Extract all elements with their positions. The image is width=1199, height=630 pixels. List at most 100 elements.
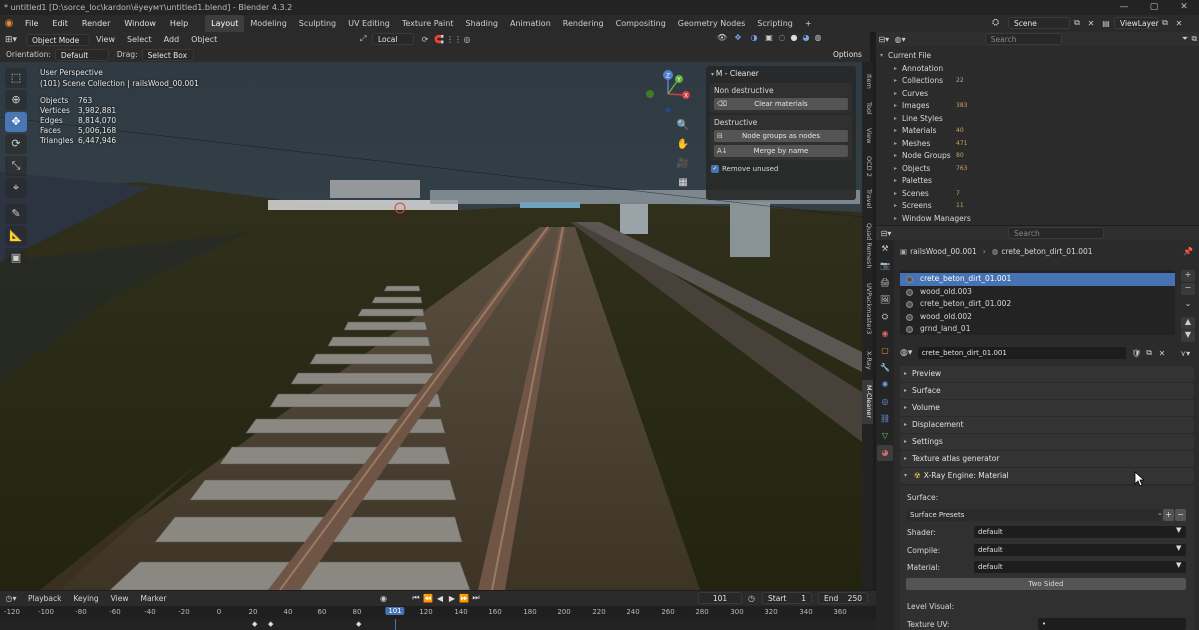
snap-icon[interactable]: 🧲 (432, 35, 446, 44)
fake-user-icon[interactable]: 🛡 (1130, 349, 1143, 358)
workspace-tab-shading[interactable]: Shading (459, 15, 504, 32)
tab-view[interactable]: View (862, 124, 873, 148)
zoom-icon[interactable]: 🔍 (674, 118, 692, 134)
editor-type-icon[interactable]: ⊞▾ (0, 35, 22, 45)
particles-tab-icon[interactable]: ✺ (877, 377, 893, 393)
workspace-tab-geometry-nodes[interactable]: Geometry Nodes (672, 15, 751, 32)
menu-add[interactable]: Add (158, 35, 186, 44)
compile-dropdown-icon[interactable]: ▼ (1176, 544, 1181, 552)
move-up-icon[interactable]: ▲ (1181, 317, 1195, 329)
menu-playback[interactable]: Playback (22, 594, 67, 603)
move-down-icon[interactable]: ▼ (1181, 330, 1195, 342)
scale-tool-icon[interactable]: ⤡ (5, 156, 27, 176)
options-button[interactable]: Options (828, 49, 867, 61)
remove-unused-row[interactable]: ✓ Remove unused (706, 162, 856, 176)
scene-icon[interactable]: ⛭ (992, 18, 1008, 28)
material-dropdown-icon[interactable]: ▼ (1176, 561, 1181, 569)
new-collection-icon[interactable]: ⧉ (1190, 34, 1199, 44)
pin-icon[interactable]: 📌 (1183, 247, 1193, 256)
panel-settings[interactable]: ▸ Settings (900, 434, 1194, 450)
perspective-toggle-icon[interactable]: ▦ (674, 175, 692, 191)
menu-window[interactable]: Window (117, 15, 163, 32)
panel-volume[interactable]: ▸ Volume (900, 400, 1194, 416)
visibility-icon[interactable]: 👁 (714, 33, 730, 42)
material-slot[interactable]: crete_beton_dirt_01.001 (900, 273, 1175, 286)
menu-keying[interactable]: Keying (67, 594, 104, 603)
new-scene-icon[interactable]: ⧉ (1070, 18, 1084, 28)
transform-tool-icon[interactable]: ⌖ (5, 178, 27, 198)
material-slot[interactable]: grnd_land_01 (900, 323, 1175, 336)
camera-view-icon[interactable]: 🎥 (674, 156, 692, 172)
panel-texture-atlas-generator[interactable]: ▸ Texture atlas generator (900, 451, 1194, 467)
close-button[interactable]: ✕ (1169, 0, 1199, 15)
menu-render[interactable]: Render (75, 15, 117, 32)
workspace-tab-layout[interactable]: Layout (205, 15, 245, 32)
outliner-item-curves[interactable]: ▸ Curves (876, 88, 1199, 101)
material-field[interactable]: default (974, 561, 1186, 573)
shading-rendered-icon[interactable]: ◍ (812, 33, 824, 42)
world-tab-icon[interactable]: ◉ (877, 326, 893, 342)
node-link-icon[interactable]: ⋎▾ (1176, 349, 1194, 358)
navigation-gizmo[interactable]: Z Y X (640, 68, 696, 114)
start-frame-field[interactable]: Start 1 (762, 592, 812, 604)
workspace-tab-animation[interactable]: Animation (504, 15, 557, 32)
tab-ocd2[interactable]: OCD 2 (862, 152, 873, 180)
annotate-tool-icon[interactable]: ✎ (5, 204, 27, 224)
workspace-tab-scripting[interactable]: Scripting (751, 15, 799, 32)
merge-by-name-button[interactable]: A↓ Merge by name (714, 145, 848, 157)
remove-slot-icon[interactable]: − (1181, 283, 1195, 295)
display-mode-icon[interactable]: ◍▾ (892, 35, 909, 44)
cursor-tool-icon[interactable]: ⊕ (5, 90, 27, 110)
add-slot-icon[interactable]: + (1181, 270, 1195, 282)
slot-specials-icon[interactable]: ⌄ (1181, 299, 1195, 311)
delete-view-layer-icon[interactable]: ✕ (1172, 19, 1186, 28)
outliner-item-annotation[interactable]: ▸ Annotation (876, 63, 1199, 76)
outliner-item-scenes[interactable]: ▸ Scenes 7 (876, 188, 1199, 201)
outliner-item-window-managers[interactable]: ▸ Window Managers (876, 213, 1199, 226)
pan-hand-icon[interactable]: ✋ (674, 137, 692, 153)
shader-dropdown-icon[interactable]: ▼ (1176, 526, 1181, 534)
outliner-root[interactable]: ▾ Current File (876, 50, 1199, 63)
keyframe-icon[interactable]: ◆ (356, 620, 361, 628)
blender-logo-icon[interactable]: ◉ (0, 18, 18, 29)
material-browse-icon[interactable]: ◍▾ (900, 348, 918, 358)
shading-solid-icon[interactable]: ● (788, 33, 800, 42)
new-view-layer-icon[interactable]: ⧉ (1158, 18, 1172, 28)
clear-materials-button[interactable]: ⌫ Clear materials (714, 98, 848, 110)
workspace-tab-sculpting[interactable]: Sculpting (293, 15, 342, 32)
panel-surface[interactable]: ▸ Surface (900, 383, 1194, 399)
material-tab-icon[interactable]: ◕ (877, 445, 893, 461)
proportional-edit-icon[interactable]: ◎ (460, 35, 474, 44)
keyframe-icon[interactable]: ◆ (252, 620, 257, 628)
panel-xray-material[interactable]: ▾ ☢ X-Ray Engine: Material (900, 468, 1194, 484)
outliner-search-input[interactable]: Search (984, 33, 1063, 45)
measure-tool-icon[interactable]: 📐 (5, 226, 27, 246)
workspace-tab-rendering[interactable]: Rendering (557, 15, 610, 32)
panel-preview[interactable]: ▸ Preview (900, 366, 1194, 382)
outliner-item-meshes[interactable]: ▸ Meshes 471 (876, 138, 1199, 151)
m-cleaner-header[interactable]: ▾ M - Cleaner (706, 66, 856, 81)
data-tab-icon[interactable]: ▽ (877, 428, 893, 444)
tab-quad-remesh[interactable]: Quad Remesh (862, 220, 873, 272)
outliner-item-objects[interactable]: ▸ Objects 763 (876, 163, 1199, 176)
remove-preset-icon[interactable]: − (1175, 509, 1186, 521)
add-cube-tool-icon[interactable]: ▣ (5, 248, 27, 268)
node-groups-as-nodes-button[interactable]: ⊟ Node groups as nodes (714, 130, 848, 142)
current-frame-field[interactable]: 101 (698, 592, 742, 604)
shader-field[interactable]: default (974, 526, 1186, 538)
two-sided-toggle[interactable]: Two Sided (906, 578, 1186, 590)
view-layer-tab-icon[interactable]: 🖼 (877, 292, 893, 308)
workspace-tab-compositing[interactable]: Compositing (610, 15, 672, 32)
prev-keyframe-icon[interactable]: ⏪ (422, 594, 434, 603)
texture-uv-field[interactable]: • (1038, 618, 1186, 630)
add-workspace-button[interactable]: + (799, 15, 818, 32)
play-reverse-icon[interactable]: ◀ (434, 594, 446, 603)
minimize-button[interactable]: — (1109, 0, 1139, 15)
scene-tab-icon[interactable]: ⛭ (877, 309, 893, 325)
object-tab-icon[interactable]: ▢ (877, 343, 893, 359)
outliner-item-palettes[interactable]: ▸ Palettes (876, 175, 1199, 188)
shading-wireframe-icon[interactable]: ◌ (776, 33, 788, 42)
surface-presets-dropdown[interactable]: Surface Presets (906, 509, 1161, 521)
menu-file[interactable]: File (18, 15, 45, 32)
view-layer-selector[interactable]: ViewLayer (1114, 17, 1159, 29)
